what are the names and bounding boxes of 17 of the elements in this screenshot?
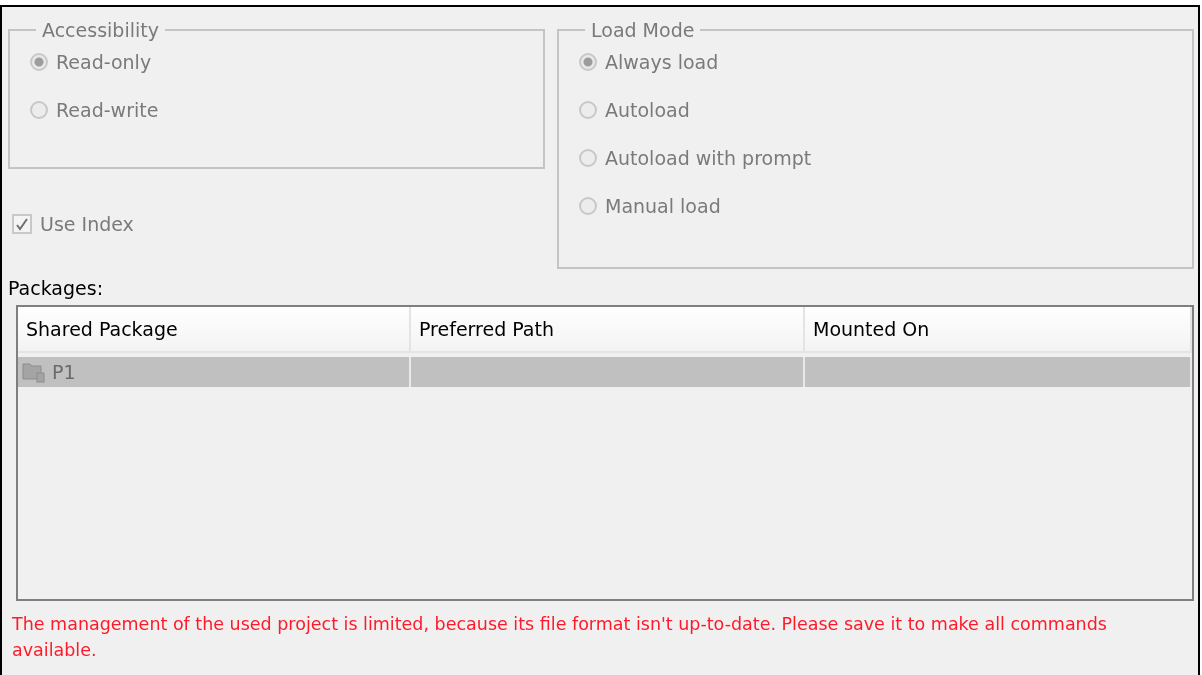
column-header[interactable]: Mounted On bbox=[805, 307, 1192, 351]
column-header[interactable]: Shared Package bbox=[18, 307, 411, 351]
check-icon bbox=[15, 217, 29, 231]
table-cell: P1 bbox=[52, 361, 76, 383]
radio-label: Autoload with prompt bbox=[605, 147, 812, 169]
radio-label: Read-write bbox=[56, 99, 159, 121]
checkbox-label: Use Index bbox=[40, 213, 134, 235]
radio-label: Always load bbox=[605, 51, 719, 73]
group-title: Accessibility bbox=[41, 19, 160, 41]
warning-message: The management of the used project is limited, because its file format isn't up-to-date. Please save it to make all commands available. bbox=[12, 613, 1108, 662]
folder-icon bbox=[22, 361, 46, 383]
radio-label: Read-only bbox=[56, 51, 152, 73]
radio-label: Autoload bbox=[605, 99, 690, 121]
radio-label: Manual load bbox=[605, 195, 721, 217]
group-title: Load Mode bbox=[590, 19, 696, 41]
column-header[interactable]: Preferred Path bbox=[411, 307, 805, 351]
packages-label: Packages: bbox=[8, 277, 105, 299]
